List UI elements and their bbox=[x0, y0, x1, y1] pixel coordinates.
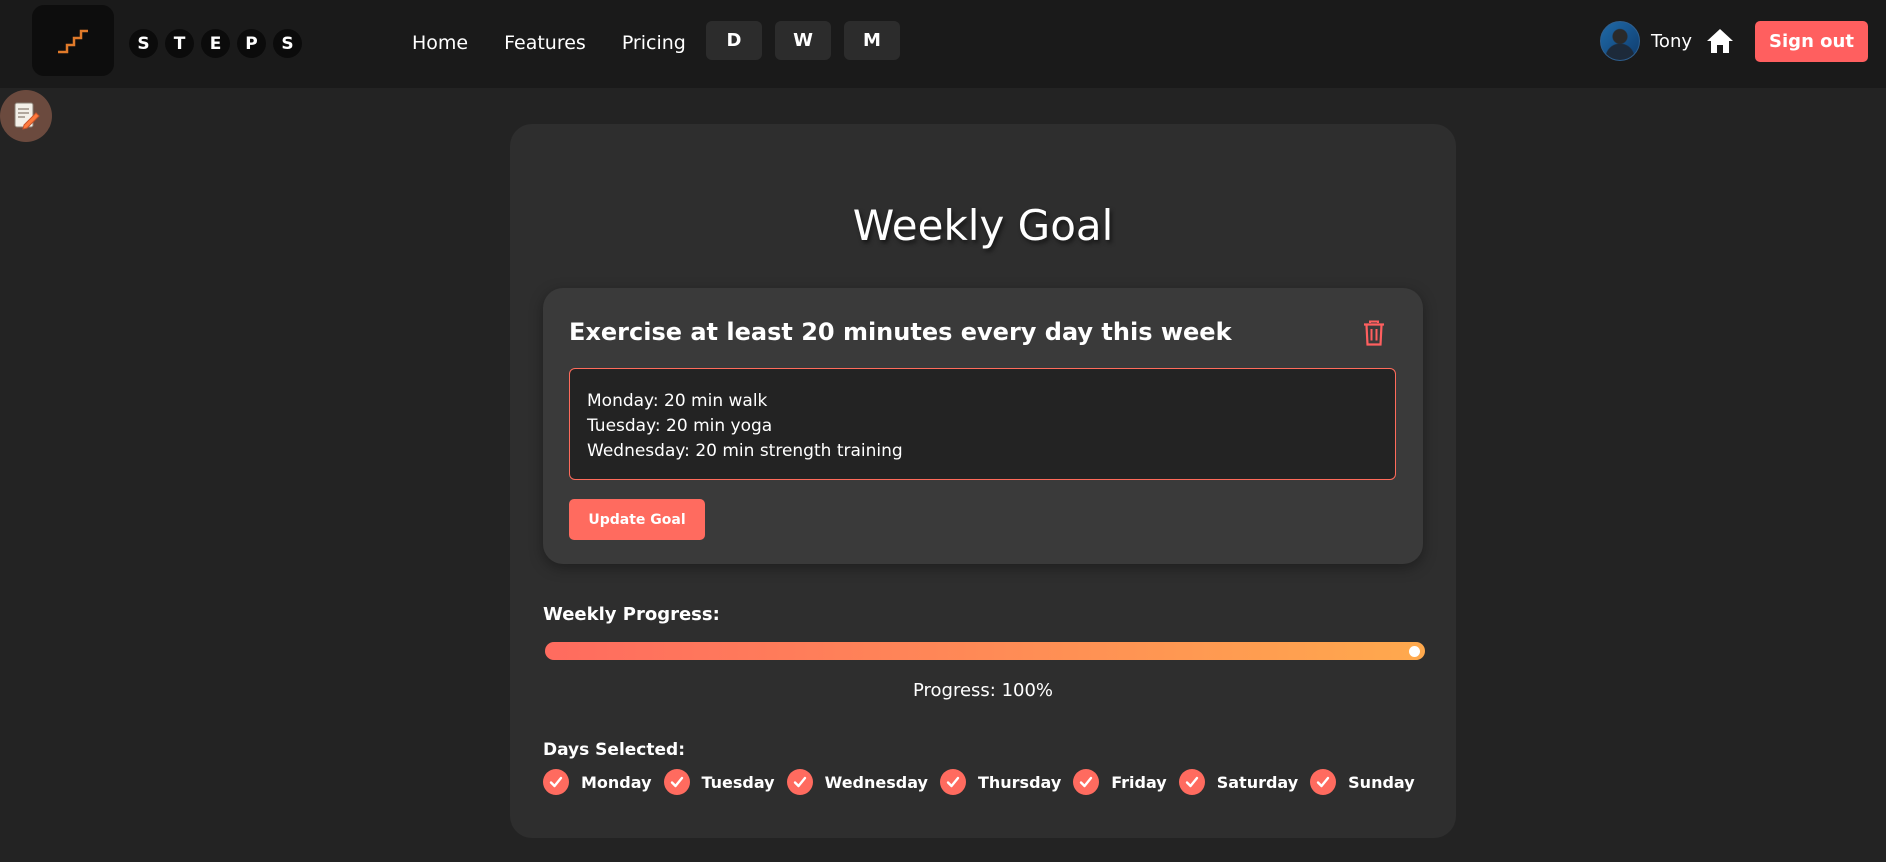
brand-letter: P bbox=[237, 29, 266, 58]
checkmark-icon bbox=[1316, 776, 1330, 788]
day-saturday[interactable]: Saturday bbox=[1178, 769, 1299, 795]
day-checkbox[interactable] bbox=[1178, 769, 1205, 795]
progress-slider-thumb[interactable] bbox=[1406, 643, 1423, 660]
day-name: Friday bbox=[1111, 772, 1167, 792]
day-checkbox[interactable] bbox=[663, 769, 690, 795]
brand-letter: S bbox=[129, 29, 158, 58]
main-nav: Home Features Pricing bbox=[412, 30, 686, 56]
day-monday[interactable]: Monday bbox=[543, 769, 652, 795]
home-icon[interactable] bbox=[1706, 28, 1734, 54]
day-sunday[interactable]: Sunday bbox=[1310, 769, 1415, 795]
avatar[interactable] bbox=[1600, 21, 1640, 61]
checkmark-icon bbox=[793, 776, 806, 788]
day-checkbox[interactable] bbox=[1073, 769, 1100, 795]
day-name: Thursday bbox=[977, 772, 1062, 792]
day-checkbox[interactable] bbox=[939, 769, 966, 795]
day-checkbox[interactable] bbox=[543, 769, 569, 795]
period-selector: D W M bbox=[706, 21, 900, 60]
days-list: Monday Tuesday Wednesday Thursday Friday… bbox=[543, 769, 1415, 795]
nav-features-link[interactable]: Features bbox=[504, 30, 586, 56]
progress-text: Progress: 100% bbox=[912, 680, 1054, 701]
logo[interactable] bbox=[32, 5, 114, 76]
user-name: Tony bbox=[1651, 31, 1693, 52]
brand-letter: S bbox=[273, 29, 302, 58]
floating-note-button[interactable] bbox=[0, 90, 52, 142]
update-goal-button[interactable]: Update Goal bbox=[569, 499, 705, 540]
period-day-button[interactable]: D bbox=[706, 21, 762, 60]
progress-label: Weekly Progress: bbox=[543, 604, 720, 625]
sign-out-button[interactable]: Sign out bbox=[1755, 21, 1868, 62]
brand-letter: T bbox=[165, 29, 194, 58]
logo-stairs-icon bbox=[58, 29, 88, 53]
day-name: Wednesday bbox=[824, 772, 928, 792]
note-edit-icon bbox=[14, 102, 40, 130]
nav-pricing-link[interactable]: Pricing bbox=[622, 30, 686, 56]
brand-letter: E bbox=[201, 29, 230, 58]
trash-icon[interactable] bbox=[1363, 320, 1385, 346]
days-selected-label: Days Selected: bbox=[543, 740, 686, 760]
day-friday[interactable]: Friday bbox=[1073, 769, 1167, 795]
progress-fill bbox=[545, 642, 1425, 660]
day-name: Sunday bbox=[1348, 772, 1415, 792]
brand-name: S T E P S bbox=[129, 29, 302, 58]
day-wednesday[interactable]: Wednesday bbox=[786, 769, 928, 795]
checkmark-icon bbox=[1185, 776, 1198, 788]
nav-home-link[interactable]: Home bbox=[412, 30, 468, 56]
top-nav-bar: S T E P S Home Features Pricing D W M To… bbox=[0, 0, 1886, 88]
checkmark-icon bbox=[946, 776, 960, 788]
checkmark-icon bbox=[549, 776, 563, 788]
goal-title: Exercise at least 20 minutes every day t… bbox=[569, 318, 1232, 346]
period-month-button[interactable]: M bbox=[844, 21, 900, 60]
day-name: Monday bbox=[581, 772, 652, 792]
day-name: Saturday bbox=[1216, 772, 1299, 792]
day-checkbox[interactable] bbox=[1310, 769, 1337, 795]
period-week-button[interactable]: W bbox=[775, 21, 831, 60]
day-tuesday[interactable]: Tuesday bbox=[663, 769, 775, 795]
day-checkbox[interactable] bbox=[786, 769, 813, 795]
checkmark-icon bbox=[670, 776, 683, 788]
checkmark-icon bbox=[1080, 776, 1093, 788]
progress-slider[interactable] bbox=[545, 642, 1425, 660]
day-name: Tuesday bbox=[701, 772, 775, 792]
day-thursday[interactable]: Thursday bbox=[939, 769, 1062, 795]
weekly-goal-card: Weekly Goal Exercise at least 20 minutes… bbox=[510, 124, 1456, 838]
goal-details-textarea[interactable]: Monday: 20 min walk Tuesday: 20 min yoga… bbox=[569, 368, 1396, 480]
page-title: Weekly Goal bbox=[852, 201, 1114, 250]
goal-panel: Exercise at least 20 minutes every day t… bbox=[543, 288, 1423, 564]
